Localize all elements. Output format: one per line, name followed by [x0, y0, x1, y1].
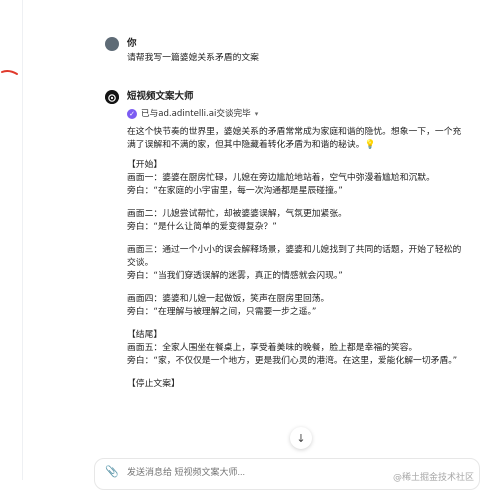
- content-line: 旁白：“在理解与被理解之间，只需要一步之遥。”: [127, 307, 317, 317]
- content-line: 满了误解和不满的家，但其中隐藏着转化矛盾为和谐的秘诀。💡: [127, 140, 376, 150]
- bot-content: 在这个快节奏的世界里，婆媳关系的矛盾常常成为家庭和谐的隐忧。想象一下，一个充 满…: [127, 126, 480, 391]
- user-message: 你 请帮我写一篇婆媳关系矛盾的文案: [105, 36, 462, 70]
- content-line: 交谈。: [127, 258, 154, 268]
- content-line: 画面四：婆婆和儿媳一起做饭，笑声在厨房里回荡。: [127, 294, 330, 304]
- bot-logo-icon: [105, 91, 119, 104]
- content-line: 画面五：全家人围坐在餐桌上，享受着美味的晚餐，脸上都是幸福的笑容。: [127, 343, 418, 353]
- paperclip-icon[interactable]: 📎: [105, 465, 119, 478]
- content-line: 画面二：儿媳尝试帮忙，却被婆婆误解，气氛更加紧张。: [127, 209, 347, 219]
- content-line: 画面三：通过一个小小的误会解释场景，婆婆和儿媳找到了共同的话题，开始了轻松的: [127, 245, 462, 255]
- content-line: 【结尾】: [127, 330, 163, 340]
- user-name: 你: [127, 38, 137, 49]
- content-line: 画面一：婆婆在厨房忙碌，儿媳在旁边尴尬地站着，空气中弥漫着尴尬和沉默。: [127, 173, 435, 183]
- message-input[interactable]: [125, 464, 379, 480]
- content-line: 旁白：“在家庭的小宇宙里，每一次沟通都是星辰碰撞。”: [127, 186, 343, 196]
- user-text: 请帮我写一篇婆媳关系矛盾的文案: [127, 53, 259, 63]
- red-annotation-stroke: [1, 69, 18, 75]
- content-line: 在这个快节奏的世界里，婆媳关系的矛盾常常成为家庭和谐的隐忧。想象一下，一个充: [127, 127, 462, 137]
- content-line: 旁白：“是什么让简单的爱变得复杂？”: [127, 222, 277, 232]
- bot-avatar: [105, 90, 119, 104]
- content-line: 【停止文案】: [127, 379, 180, 389]
- content-line: 旁白：“家，不仅仅是一个地方，更是我们心灵的港湾。在这里，爱能化解一切矛盾。”: [127, 356, 458, 366]
- content-line: 旁白：“当我们穿透误解的迷雾，真正的情感就会闪现。”: [127, 271, 343, 281]
- scroll-down-button[interactable]: ↓: [290, 427, 312, 449]
- left-edge: [0, 0, 24, 480]
- connected-status[interactable]: ✓ 已与ad.adintelli.ai交谈完毕 ▾: [127, 108, 258, 120]
- bot-name: 短视频文案大师: [127, 91, 194, 102]
- content-line: 【开始】: [127, 160, 163, 170]
- check-circle-icon: ✓: [127, 109, 137, 119]
- user-avatar: [105, 37, 119, 51]
- chevron-down-icon[interactable]: ▾: [255, 108, 259, 120]
- connected-text: 已与ad.adintelli.ai交谈完毕: [141, 109, 251, 119]
- arrow-down-icon: ↓: [296, 431, 306, 445]
- watermark: @稀土掘金技术社区: [392, 473, 474, 483]
